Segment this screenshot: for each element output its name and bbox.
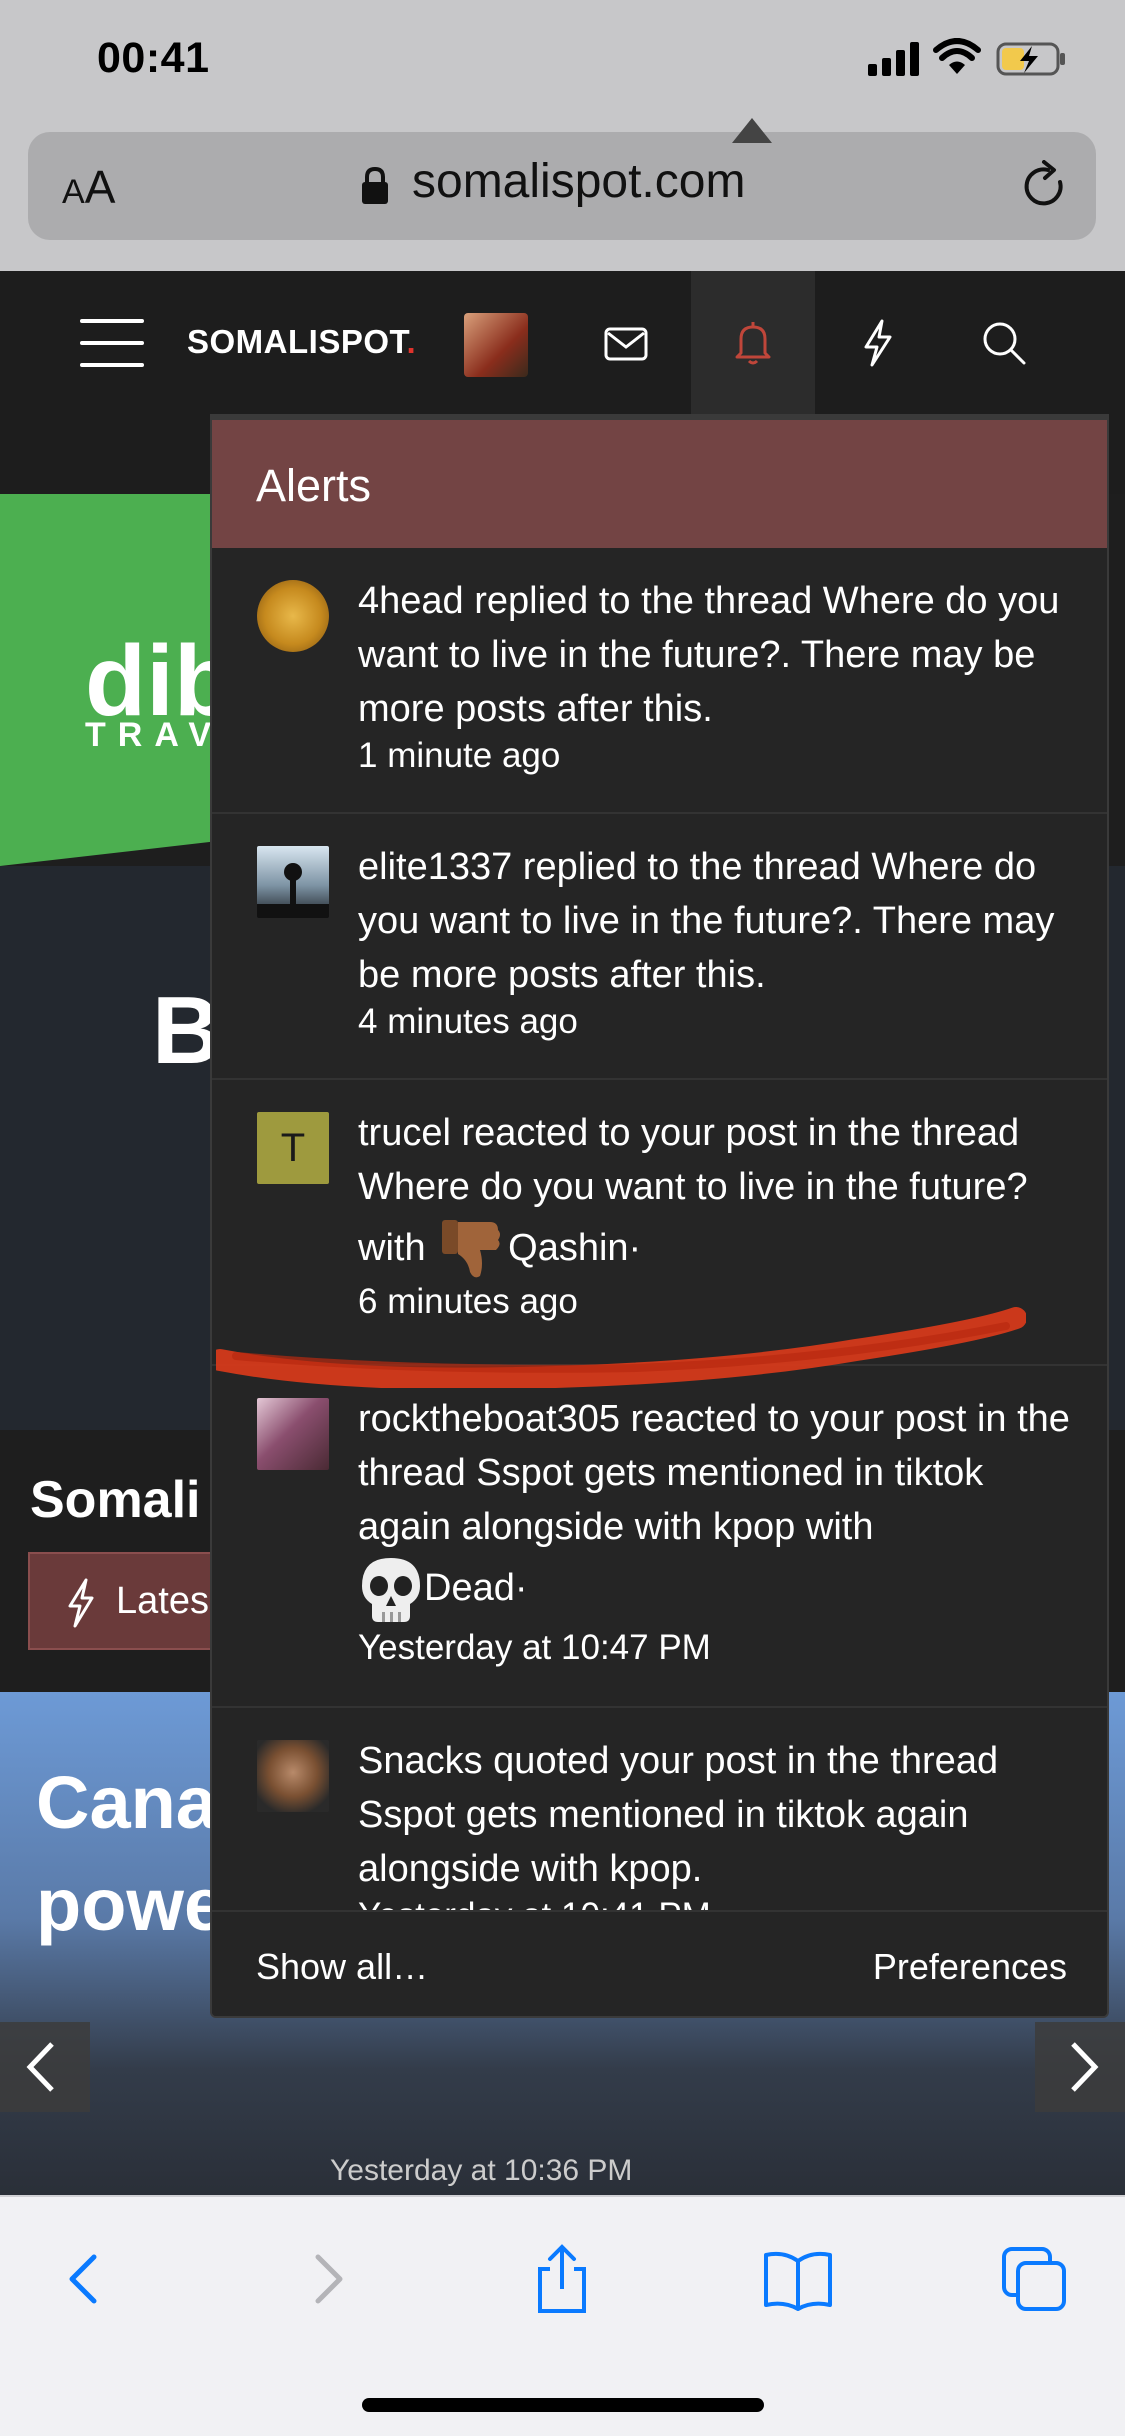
thumbs-down-emoji <box>442 1220 501 1278</box>
status-time: 00:41 <box>97 34 210 82</box>
reader-options-button[interactable]: AA <box>62 160 115 214</box>
safari-url-area: AA somalispot.com <box>0 130 1125 271</box>
alert-item[interactable]: T trucel reacted to your post in the thr… <box>212 1080 1107 1366</box>
home-indicator <box>362 2398 764 2412</box>
alert-list: 4head replied to the thread Where do you… <box>212 548 1107 1910</box>
preferences-link[interactable]: Preferences <box>873 1946 1067 1988</box>
avatar[interactable] <box>257 580 329 652</box>
envelope-icon[interactable] <box>598 315 654 371</box>
alert-time: 4 minutes ago <box>358 1002 578 1041</box>
alert-text[interactable]: Snacks quoted your post in the thread Ss… <box>358 1734 1078 1896</box>
alerts-header: Alerts <box>212 414 1107 548</box>
latest-label: Lates <box>116 1580 209 1622</box>
share-icon[interactable] <box>526 2243 598 2315</box>
avatar[interactable] <box>257 1398 329 1470</box>
site-logo[interactable]: SOMALISPOT. <box>187 323 416 361</box>
avatar[interactable] <box>257 1740 329 1812</box>
status-bar: 00:41 <box>0 0 1125 130</box>
news-meta: Yesterday at 10:36 PM <box>330 2154 633 2187</box>
bolt-icon <box>68 1578 94 1628</box>
lock-icon <box>362 166 388 204</box>
alert-text[interactable]: elite1337 replied to the thread Where do… <box>358 840 1078 1002</box>
slider-next-button[interactable] <box>1035 2022 1125 2112</box>
bell-icon[interactable] <box>725 315 781 371</box>
alert-time: 1 minute ago <box>358 736 561 775</box>
alert-time: Yesterday at 10:47 PM <box>358 1628 711 1667</box>
battery-icon <box>996 42 1065 76</box>
alert-item[interactable]: elite1337 replied to the thread Where do… <box>212 814 1107 1080</box>
alert-item[interactable]: 4head replied to the thread Where do you… <box>212 548 1107 814</box>
popup-pointer <box>732 118 772 143</box>
wifi-icon <box>933 38 981 74</box>
alerts-popup: Alerts 4head replied to the thread Where… <box>210 414 1109 2018</box>
alert-item[interactable]: Snacks quoted your post in the thread Ss… <box>212 1708 1107 1910</box>
chevron-left-icon <box>26 2042 54 2092</box>
avatar[interactable]: T <box>257 1112 329 1184</box>
bolt-icon[interactable] <box>850 315 906 371</box>
address-bar[interactable]: AA somalispot.com <box>28 132 1096 240</box>
alerts-title: Alerts <box>256 460 372 511</box>
tabs-icon[interactable] <box>998 2243 1070 2315</box>
reload-icon[interactable] <box>1018 160 1072 214</box>
banner-subtitle: TRAV <box>85 716 224 754</box>
chevron-right-icon <box>1071 2042 1099 2092</box>
forward-icon[interactable] <box>290 2243 362 2315</box>
signal-icon <box>868 42 920 76</box>
user-avatar[interactable] <box>464 313 528 377</box>
skull-emoji <box>362 1558 420 1622</box>
alert-text[interactable]: rocktheboat305 reacted to your post in t… <box>358 1392 1078 1626</box>
alerts-footer: Show all… Preferences <box>212 1910 1107 2016</box>
alert-item[interactable]: rocktheboat305 reacted to your post in t… <box>212 1366 1107 1708</box>
url-text[interactable]: somalispot.com <box>412 154 745 209</box>
slider-prev-button[interactable] <box>0 2022 90 2112</box>
show-all-link[interactable]: Show all… <box>256 1946 428 1988</box>
site-header: SOMALISPOT. <box>0 271 1125 414</box>
alert-time: 6 minutes ago <box>358 1282 578 1321</box>
back-icon[interactable] <box>50 2243 122 2315</box>
avatar[interactable] <box>257 846 329 918</box>
alert-time: Yesterday at 10:41 PM <box>358 1896 711 1910</box>
search-icon[interactable] <box>976 315 1032 371</box>
bookmarks-icon[interactable] <box>762 2243 834 2315</box>
hamburger-icon[interactable] <box>80 319 144 367</box>
section-title: Somali <box>30 1471 201 1529</box>
alert-text[interactable]: trucel reacted to your post in the threa… <box>358 1106 1078 1286</box>
alert-text[interactable]: 4head replied to the thread Where do you… <box>358 574 1078 736</box>
